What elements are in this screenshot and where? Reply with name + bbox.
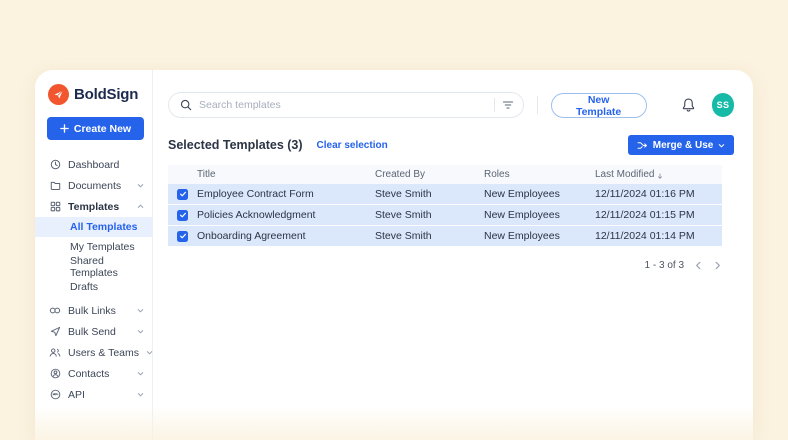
pagination-range: 1 - 3 of 3	[644, 260, 684, 271]
chevron-left-icon[interactable]	[694, 261, 703, 270]
merge-use-button[interactable]: Merge & Use	[627, 135, 735, 155]
links-icon	[49, 305, 61, 316]
table-header-row: Title Created By Roles Last Modified	[168, 165, 722, 184]
table-row[interactable]: Employee Contract Form Steve Smith New E…	[168, 184, 722, 205]
sidebar-item-dashboard[interactable]: Dashboard	[35, 154, 152, 175]
chevron-down-icon	[137, 370, 144, 377]
table-row[interactable]: Policies Acknowledgment Steve Smith New …	[168, 205, 722, 226]
template-title: Onboarding Agreement	[197, 230, 306, 242]
sidebar-item-bulk-send[interactable]: Bulk Send	[35, 321, 152, 342]
template-title: Policies Acknowledgment	[197, 209, 316, 221]
chevron-down-icon	[718, 142, 725, 149]
template-last-modified: 12/11/2024 01:15 PM	[595, 209, 695, 221]
create-new-button[interactable]: Create New	[47, 117, 144, 140]
bell-icon[interactable]	[681, 97, 696, 113]
template-roles: New Employees	[484, 188, 560, 200]
boldsign-logo-icon	[48, 84, 69, 105]
template-last-modified: 12/11/2024 01:14 PM	[595, 230, 695, 242]
users-icon	[49, 347, 61, 358]
clear-selection-link[interactable]: Clear selection	[317, 140, 388, 151]
row-checkbox-checked[interactable]	[177, 209, 188, 221]
template-roles: New Employees	[484, 209, 560, 221]
column-header-roles[interactable]: Roles	[484, 169, 595, 180]
search-input[interactable]	[199, 99, 487, 111]
merge-icon	[637, 141, 648, 150]
brand-logo: BoldSign	[35, 84, 152, 105]
row-checkbox-checked[interactable]	[177, 230, 188, 242]
template-roles: New Employees	[484, 230, 560, 242]
pagination: 1 - 3 of 3	[168, 260, 722, 271]
grid-icon	[49, 201, 61, 212]
sidebar-item-api[interactable]: API	[35, 384, 152, 405]
chevron-up-icon	[137, 203, 144, 210]
send-icon	[49, 326, 61, 337]
column-header-title[interactable]: Title	[197, 169, 375, 180]
search-field	[168, 92, 524, 118]
search-divider	[493, 98, 495, 112]
plus-icon	[60, 124, 69, 133]
main-content: New Template SS Selected Templates (3) C…	[153, 70, 753, 440]
sidebar-item-templates[interactable]: Templates	[35, 196, 152, 217]
sidebar-item-my-templates[interactable]: My Templates	[35, 237, 152, 257]
sidebar-item-users-teams[interactable]: Users & Teams	[35, 342, 153, 363]
row-checkbox-checked[interactable]	[177, 188, 188, 200]
folder-icon	[49, 180, 61, 191]
sidebar-item-contacts[interactable]: Contacts	[35, 363, 152, 384]
chevron-down-icon	[137, 328, 144, 335]
template-created-by: Steve Smith	[375, 209, 432, 221]
column-header-created-by[interactable]: Created By	[375, 169, 484, 180]
table-row[interactable]: Onboarding Agreement Steve Smith New Emp…	[168, 226, 722, 247]
template-title: Employee Contract Form	[197, 188, 314, 200]
sidebar-item-documents[interactable]: Documents	[35, 175, 152, 196]
new-template-button[interactable]: New Template	[550, 92, 647, 118]
filter-icon[interactable]	[502, 100, 514, 110]
templates-table: Title Created By Roles Last Modified Emp…	[168, 165, 722, 247]
template-last-modified: 12/11/2024 01:16 PM	[595, 188, 695, 200]
template-created-by: Steve Smith	[375, 230, 432, 242]
brand-name: BoldSign	[74, 86, 139, 103]
selection-toolbar: Selected Templates (3) Clear selection M…	[168, 135, 735, 155]
avatar[interactable]: SS	[711, 93, 735, 117]
sort-icon	[657, 173, 663, 180]
chevron-down-icon	[137, 391, 144, 398]
sidebar-item-all-templates[interactable]: All Templates	[35, 217, 152, 237]
chevron-down-icon	[146, 349, 153, 356]
chevron-right-icon[interactable]	[713, 261, 722, 270]
app-window: BoldSign Create New Dashboard Documents	[35, 70, 753, 440]
sidebar-item-shared-templates[interactable]: Shared Templates	[35, 255, 152, 279]
clock-icon	[49, 159, 61, 170]
chevron-down-icon	[137, 182, 144, 189]
topbar-divider	[536, 96, 538, 114]
sidebar: BoldSign Create New Dashboard Documents	[35, 70, 153, 440]
search-icon	[180, 99, 192, 111]
api-icon	[49, 389, 61, 400]
selected-templates-title: Selected Templates (3)	[168, 138, 303, 152]
column-header-last-modified[interactable]: Last Modified	[595, 169, 722, 180]
sidebar-item-bulk-links[interactable]: Bulk Links	[35, 300, 152, 321]
contact-icon	[49, 368, 61, 379]
topbar: New Template SS	[168, 92, 735, 118]
chevron-down-icon	[137, 307, 144, 314]
template-created-by: Steve Smith	[375, 188, 432, 200]
sidebar-item-drafts[interactable]: Drafts	[35, 277, 152, 297]
